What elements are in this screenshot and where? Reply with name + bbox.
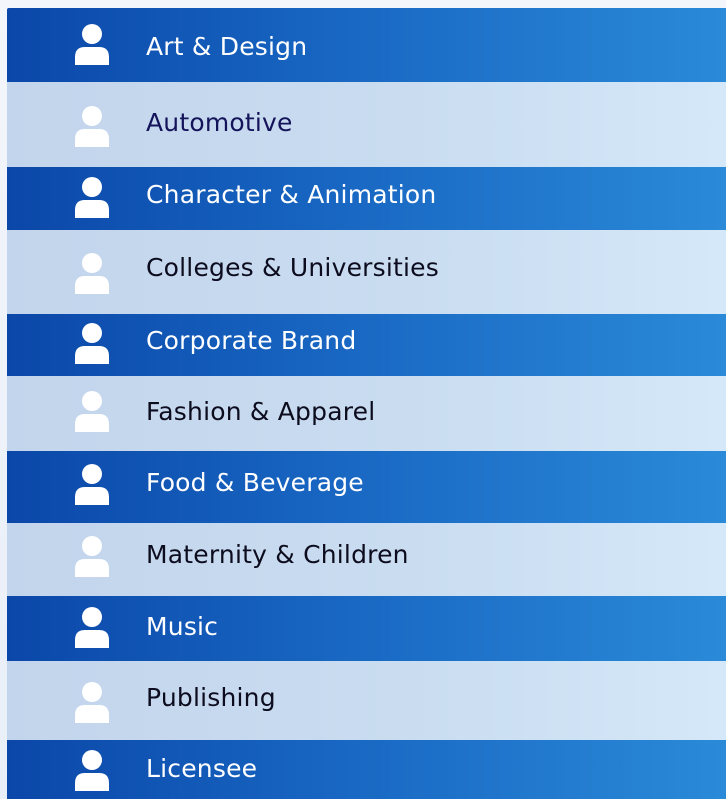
category-label: Fashion & Apparel (146, 397, 376, 426)
user-icon (73, 105, 111, 147)
category-item-fashion-apparel[interactable]: Fashion & Apparel (7, 376, 726, 451)
category-item-music[interactable]: Music (7, 596, 726, 661)
category-label: Automotive (146, 108, 293, 137)
category-label: Character & Animation (146, 180, 437, 209)
category-item-food-beverage[interactable]: Food & Beverage (7, 451, 726, 523)
category-item-character-animation[interactable]: Character & Animation (7, 167, 726, 230)
category-label: Music (146, 612, 219, 641)
category-label: Licensee (146, 754, 258, 783)
user-icon (73, 681, 111, 723)
user-icon (73, 23, 111, 65)
category-panel: Art & Design Automotive Character & Anim… (0, 0, 726, 799)
category-item-automotive[interactable]: Automotive (7, 82, 726, 167)
category-label: Publishing (146, 683, 276, 712)
user-icon (73, 252, 111, 294)
user-icon (73, 322, 111, 364)
user-icon (73, 463, 111, 505)
user-icon (73, 606, 111, 648)
category-item-colleges-universities[interactable]: Colleges & Universities (7, 230, 726, 314)
user-icon (73, 535, 111, 577)
category-label: Maternity & Children (146, 540, 409, 569)
category-item-maternity-children[interactable]: Maternity & Children (7, 523, 726, 596)
category-label: Colleges & Universities (146, 253, 439, 282)
category-item-publishing[interactable]: Publishing (7, 661, 726, 740)
category-label: Corporate Brand (146, 326, 357, 355)
user-icon (73, 176, 111, 218)
category-item-art-design[interactable]: Art & Design (7, 8, 726, 82)
category-label: Art & Design (146, 32, 308, 61)
user-icon (73, 390, 111, 432)
category-item-corporate-brand[interactable]: Corporate Brand (7, 314, 726, 376)
category-list: Art & Design Automotive Character & Anim… (7, 8, 726, 799)
user-icon (73, 749, 111, 791)
category-label: Food & Beverage (146, 468, 364, 497)
category-item-licensee[interactable]: Licensee (7, 740, 726, 799)
